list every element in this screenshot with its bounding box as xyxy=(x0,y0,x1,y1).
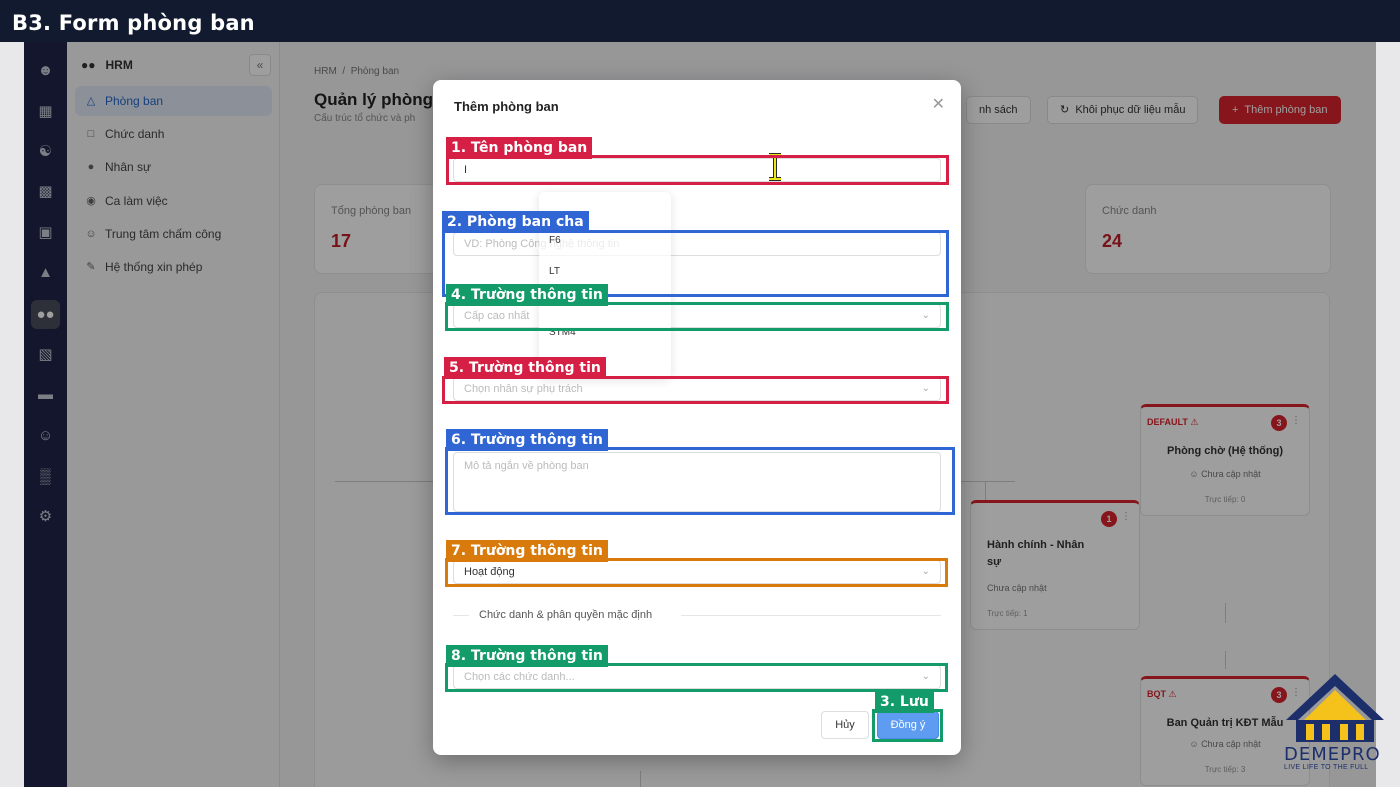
section-divider-label: Chức danh & phân quyền mặc định xyxy=(479,609,653,621)
annotation-label-3: 3. Lưu xyxy=(875,691,934,713)
close-icon[interactable]: ✕ xyxy=(932,94,945,114)
annotation-box-3 xyxy=(872,709,943,742)
annotation-box-6 xyxy=(445,447,955,515)
annotation-label-8: 8. Trường thông tin xyxy=(446,645,608,667)
divider xyxy=(453,615,469,616)
modal-title: Thêm phòng ban xyxy=(454,99,559,114)
annotation-box-4 xyxy=(445,302,949,331)
tutorial-banner: B3. Form phòng ban xyxy=(0,0,1400,42)
logo-slogan: LIVE LIFE TO THE FULL xyxy=(1284,764,1369,771)
logo-roof-icon xyxy=(1286,674,1384,742)
annotation-label-2: 2. Phòng ban cha xyxy=(442,211,589,233)
annotation-label-7: 7. Trường thông tin xyxy=(446,540,608,562)
annotation-box-8 xyxy=(445,663,948,692)
banner-title: B3. Form phòng ban xyxy=(12,11,255,35)
annotation-label-1: 1. Tên phòng ban xyxy=(446,137,593,159)
demepro-logo: DEMEPRO LIVE LIFE TO THE FULL xyxy=(1282,672,1388,780)
annotation-label-4: 4. Trường thông tin xyxy=(446,284,608,306)
divider xyxy=(681,615,941,616)
logo-brand: DEMEPRO xyxy=(1284,744,1381,765)
cancel-button[interactable]: Hủy xyxy=(821,711,869,739)
annotation-label-5: 5. Trường thông tin xyxy=(444,357,606,379)
annotation-label-6: 6. Trường thông tin xyxy=(446,429,608,451)
annotation-box-5 xyxy=(442,376,949,404)
annotation-box-7 xyxy=(445,558,948,587)
annotation-box-1 xyxy=(446,155,949,185)
